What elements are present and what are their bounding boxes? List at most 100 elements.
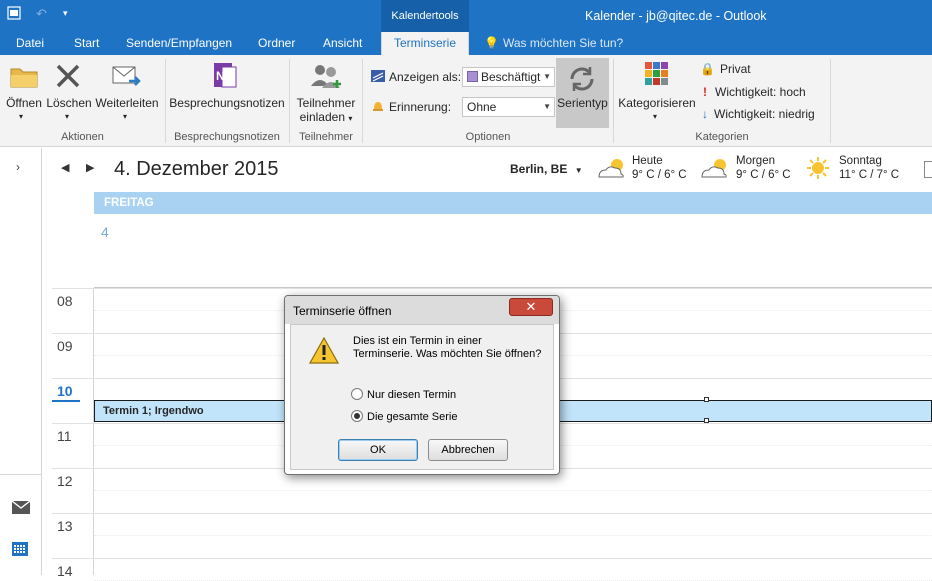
- dialog-title-bar[interactable]: Terminserie öffnen ✕: [285, 296, 559, 324]
- title-bar: ↶ ▾ Kalendertools Kalender - jb@qitec.de…: [0, 0, 932, 32]
- open-dropdown-icon[interactable]: ▾: [19, 112, 23, 121]
- hour-line: [52, 288, 932, 289]
- reminder-bell-icon: [371, 99, 385, 116]
- folder-pane-collapsed: ›: [0, 148, 42, 575]
- invite-attendees-label-2: einladen ▾: [299, 110, 353, 124]
- nav-divider: [0, 474, 42, 475]
- day-number: 4: [101, 224, 109, 240]
- dialog-body: Dies ist ein Termin in einer Terminserie…: [290, 324, 554, 470]
- tab-folder[interactable]: Ordner: [258, 32, 295, 55]
- date-title: 4. Dezember 2015: [114, 158, 279, 180]
- warning-icon: [308, 336, 340, 367]
- calendar-nav-icon[interactable]: [12, 542, 28, 559]
- weather-cloud-sun-icon: [595, 157, 629, 184]
- half-hour-line: [94, 535, 932, 536]
- show-as-value: Beschäftigt: [481, 70, 541, 84]
- qat-dropdown-icon[interactable]: ▾: [63, 8, 68, 19]
- weather-tomorrow-temp: 9° C / 6° C: [736, 169, 791, 181]
- invite-attendees-icon: [309, 62, 343, 95]
- group-attendees-label: Teilnehmer: [299, 131, 353, 143]
- open-recurring-item-dialog: Terminserie öffnen ✕ Dies ist ein Termin…: [284, 295, 560, 475]
- ribbon-tabs: Datei Start Senden/Empfangen Ordner Ansi…: [0, 32, 932, 55]
- reminder-value: Ohne: [467, 100, 497, 114]
- invite-attendees-button[interactable]: Teilnehmer einladen ▾: [292, 96, 360, 124]
- hour-label: 08: [57, 293, 73, 309]
- search-box-edge[interactable]: [924, 161, 932, 178]
- next-day-icon[interactable]: ▶: [86, 161, 94, 174]
- radio-entire-series-circle: [351, 410, 363, 422]
- dialog-close-button[interactable]: ✕: [509, 298, 553, 316]
- hour-label: 10: [57, 383, 73, 399]
- categorize-dropdown-icon[interactable]: ▾: [653, 112, 657, 121]
- appointment-resize-handle[interactable]: [704, 397, 709, 402]
- reminder-label: Erinnerung:: [389, 100, 452, 114]
- outlook-app-icon[interactable]: [7, 6, 21, 23]
- undo-icon[interactable]: ↶: [36, 6, 47, 22]
- half-hour-line: [94, 490, 932, 491]
- radio-this-occurrence[interactable]: Nur diesen Termin: [351, 388, 456, 401]
- weather-sunday: Sonntag 11° C / 7° C: [839, 154, 899, 182]
- tab-recurrence[interactable]: Terminserie: [381, 32, 469, 55]
- tell-me-search[interactable]: 💡 Was möchten Sie tun?: [484, 32, 623, 55]
- invite-attendees-label-1: Teilnehmer: [296, 96, 356, 110]
- hour-label: 11: [57, 428, 72, 444]
- weather-sunday-temp: 11° C / 7° C: [839, 169, 900, 181]
- delete-button[interactable]: Löschen: [46, 96, 92, 110]
- previous-day-icon[interactable]: ◀: [61, 161, 69, 174]
- forward-button[interactable]: Weiterleiten: [94, 96, 160, 110]
- day-header: FREITAG: [94, 192, 932, 214]
- delete-x-icon: [54, 62, 82, 93]
- ok-button[interactable]: OK: [338, 439, 418, 461]
- radio-entire-series[interactable]: Die gesamte Serie: [351, 410, 458, 423]
- tab-send-receive[interactable]: Senden/Empfangen: [126, 32, 232, 55]
- low-importance-button[interactable]: ↓ Wichtigkeit: niedrig: [702, 107, 815, 121]
- show-as-label: Anzeigen als:: [389, 70, 462, 84]
- hour-label: 09: [57, 338, 73, 354]
- mail-icon[interactable]: [11, 500, 31, 517]
- weather-sunday-day: Sonntag: [839, 155, 882, 167]
- hour-label: 13: [57, 518, 73, 534]
- appointment-resize-handle[interactable]: [704, 418, 709, 423]
- lock-icon: 🔒: [700, 62, 715, 76]
- onenote-icon: N: [212, 61, 240, 94]
- reminder-select[interactable]: Ohne ▼: [462, 97, 555, 117]
- exclamation-icon: !: [703, 85, 707, 99]
- calendar-header: ◀ ▶ 4. Dezember 2015 Berlin, BE ▼ Heute …: [42, 148, 932, 192]
- high-importance-label: Wichtigkeit: hoch: [715, 85, 806, 99]
- contextual-tab-header: Kalendertools: [381, 0, 469, 32]
- hour-line: [52, 558, 932, 559]
- categorize-button[interactable]: Kategorisieren: [618, 96, 696, 110]
- tab-home[interactable]: Start: [74, 32, 99, 55]
- location-selector[interactable]: Berlin, BE ▼: [510, 162, 583, 176]
- delete-dropdown-icon[interactable]: ▾: [65, 112, 69, 121]
- lightbulb-icon: 💡: [484, 36, 499, 50]
- recurrence-label: Serientyp: [557, 96, 608, 110]
- weather-tomorrow: Morgen 9° C / 6° C: [736, 154, 791, 182]
- down-arrow-icon: ↓: [702, 107, 708, 121]
- time-column-border: [93, 288, 94, 575]
- all-day-area[interactable]: 4: [94, 214, 932, 288]
- forward-dropdown-icon[interactable]: ▾: [123, 112, 127, 121]
- open-button[interactable]: Öffnen: [5, 96, 43, 110]
- recurrence-icon: [566, 63, 598, 98]
- weather-today-temp: 9° C / 6° C: [632, 169, 687, 181]
- tab-file[interactable]: Datei: [16, 32, 44, 55]
- show-as-select[interactable]: Beschäftigt ▼: [462, 67, 555, 87]
- expand-pane-icon[interactable]: ›: [16, 160, 20, 174]
- low-importance-label: Wichtigkeit: niedrig: [714, 107, 815, 121]
- cancel-button[interactable]: Abbrechen: [428, 439, 508, 461]
- radio-entire-series-label: Die gesamte Serie: [367, 411, 458, 423]
- meeting-notes-button[interactable]: Besprechungsnotizen: [168, 96, 286, 110]
- location-label: Berlin, BE: [510, 162, 568, 176]
- tab-view[interactable]: Ansicht: [323, 32, 362, 55]
- reminder-dropdown-icon: ▼: [543, 102, 551, 111]
- private-button[interactable]: 🔒 Privat: [700, 62, 751, 76]
- tell-me-text: Was möchten Sie tun?: [502, 36, 624, 50]
- high-importance-button[interactable]: ! Wichtigkeit: hoch: [703, 85, 806, 99]
- hour-label: 12: [57, 473, 73, 489]
- weather-today-day: Heute: [632, 155, 663, 167]
- show-as-dropdown-icon: ▼: [543, 72, 551, 81]
- location-dropdown-icon: ▼: [574, 166, 583, 175]
- dialog-title: Terminserie öffnen: [293, 304, 392, 318]
- recurrence-button[interactable]: Serientyp: [556, 58, 609, 128]
